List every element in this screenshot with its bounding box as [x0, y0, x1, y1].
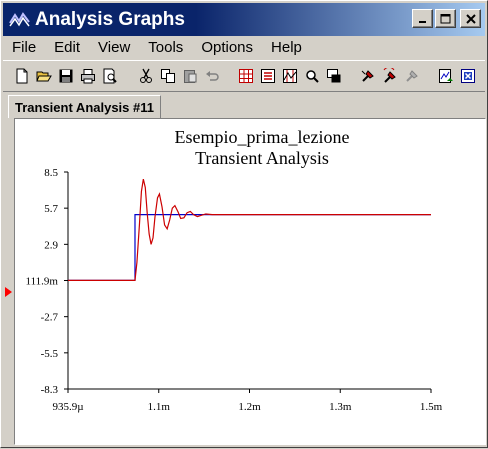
open-button[interactable]: [33, 65, 54, 86]
toolbar: [3, 60, 485, 92]
y-tick-label: 2.9: [44, 239, 58, 251]
excel-export-icon: [460, 68, 475, 83]
x-tick-label: 1.2m: [238, 401, 261, 413]
y-tick-label: 8.5: [44, 167, 58, 179]
window-title: Analysis Graphs: [35, 8, 185, 30]
cursors-button[interactable]: [279, 65, 300, 86]
x-tick-label: 1.5m: [420, 401, 443, 413]
maximize-button[interactable]: [435, 9, 456, 28]
menu-bar: File Edit View Tools Options Help: [3, 36, 485, 58]
series-line-2: [68, 178, 431, 281]
series-line-1: [68, 214, 431, 281]
y-tick-label: 111.9m: [26, 276, 59, 288]
undo-icon: [205, 70, 219, 81]
probe-button[interactable]: [357, 65, 378, 86]
copy-button[interactable]: [157, 65, 178, 86]
save-button[interactable]: [55, 65, 76, 86]
print-button[interactable]: [77, 65, 98, 86]
menu-file[interactable]: File: [3, 39, 45, 56]
graph-panel[interactable]: Esempio_prima_lezione Transient Analysis…: [14, 118, 486, 445]
y-tick-label: -5.5: [41, 348, 59, 360]
zoom-button[interactable]: [301, 65, 322, 86]
tab-strip: Transient Analysis #11: [3, 92, 485, 118]
probe-arrow-button[interactable]: [379, 65, 400, 86]
paste-button[interactable]: [179, 65, 200, 86]
undo-button[interactable]: [201, 65, 222, 86]
x-tick-label: 1.3m: [329, 401, 352, 413]
new-icon: [16, 68, 27, 83]
probe-disabled-icon: [405, 69, 418, 82]
menu-help[interactable]: Help: [262, 39, 311, 56]
minimize-icon: [418, 20, 426, 23]
export-button[interactable]: [435, 65, 456, 86]
close-button[interactable]: [460, 9, 481, 28]
menu-view[interactable]: View: [89, 39, 139, 56]
y-tick-label: 5.7: [44, 203, 58, 215]
y-cursor-marker[interactable]: [5, 284, 13, 302]
legend-button[interactable]: [257, 65, 278, 86]
chart-series: [68, 178, 431, 281]
legend-icon: [260, 68, 275, 83]
maximize-icon: [440, 13, 451, 23]
chart-subtitle: Transient Analysis: [195, 148, 329, 168]
analysis-graphs-window: Analysis Graphs File Edit View Tools Opt…: [0, 0, 488, 448]
y-tick-label: -8.3: [41, 384, 59, 396]
overview-button[interactable]: [323, 65, 344, 86]
probe-arrow-icon: [383, 67, 396, 83]
export-icon: [438, 68, 453, 83]
new-button[interactable]: [11, 65, 32, 86]
menu-edit[interactable]: Edit: [45, 39, 89, 56]
tab-transient-analysis[interactable]: Transient Analysis #11: [8, 95, 161, 118]
print-preview-button[interactable]: [99, 65, 120, 86]
print-preview-icon: [103, 68, 117, 83]
cursors-icon: [282, 68, 297, 83]
title-bar[interactable]: Analysis Graphs: [3, 3, 485, 36]
grid-icon: [238, 68, 253, 83]
x-tick-label: 1.1m: [148, 401, 171, 413]
chart-title: Esempio_prima_lezione: [175, 127, 350, 147]
close-icon: [465, 13, 476, 24]
cut-button[interactable]: [135, 65, 156, 86]
menu-options[interactable]: Options: [192, 39, 262, 56]
chart-axes: 8.5 5.7 2.9 111.9m -2.7 -5.5 -8.3 935.9µ 1.1m 1.2…: [26, 167, 443, 413]
x-tick-label: 935.9µ: [52, 401, 83, 413]
window-controls: [412, 9, 481, 28]
copy-icon: [160, 68, 175, 83]
cut-icon: [139, 68, 152, 83]
grid-button[interactable]: [235, 65, 256, 86]
probe-icon: [361, 69, 374, 82]
transient-chart: Esempio_prima_lezione Transient Analysis…: [26, 127, 443, 413]
save-icon: [59, 69, 72, 82]
probe-disabled-button[interactable]: [401, 65, 422, 86]
menu-tools[interactable]: Tools: [139, 39, 192, 56]
open-icon: [35, 71, 52, 81]
analysis-app-icon: [9, 9, 31, 31]
excel-export-button[interactable]: [457, 65, 478, 86]
y-tick-label: -2.7: [41, 312, 59, 324]
cursor-arrow-icon: [5, 287, 12, 297]
print-icon: [80, 68, 95, 83]
paste-icon: [183, 69, 196, 83]
overview-icon: [326, 68, 340, 82]
zoom-icon: [305, 69, 319, 83]
minimize-button[interactable]: [412, 9, 433, 28]
